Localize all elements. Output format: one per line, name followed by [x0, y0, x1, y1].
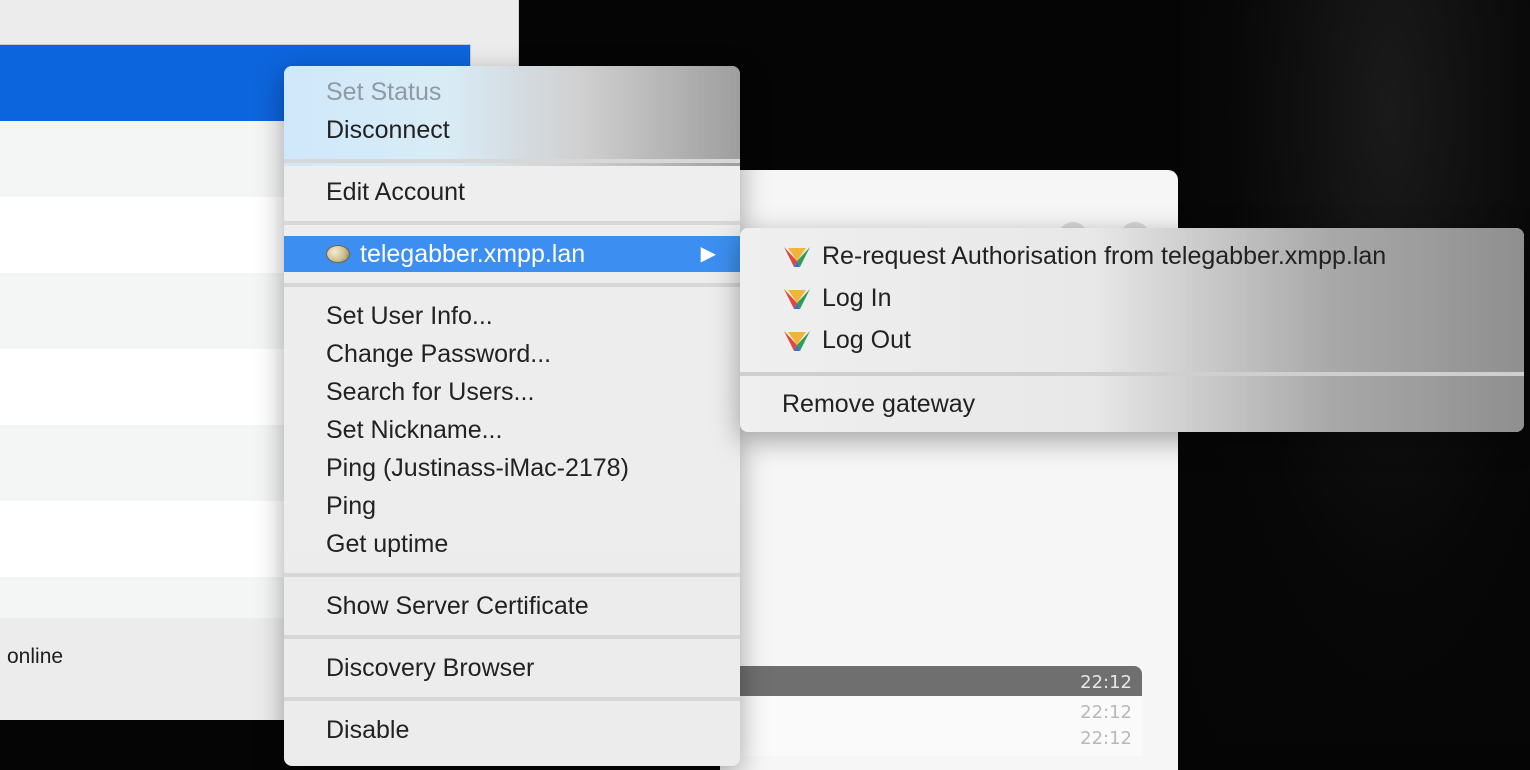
submenu-item-remove-gateway[interactable]: Remove gateway [740, 384, 975, 424]
menu-item-edit-account[interactable]: Edit Account [284, 174, 740, 210]
menu-separator [284, 159, 740, 163]
menu-item-disconnect[interactable]: Disconnect [284, 112, 740, 148]
message-timestamp: 22:12 [1080, 672, 1132, 693]
menu-item-change-password[interactable]: Change Password... [284, 336, 740, 372]
menu-item-show-server-certificate[interactable]: Show Server Certificate [284, 588, 740, 624]
gateway-status-icon [326, 245, 350, 263]
menu-item-get-uptime[interactable]: Get uptime [284, 526, 740, 562]
menu-separator [284, 635, 740, 639]
menu-separator [284, 697, 740, 701]
menu-item-set-status: Set Status [326, 78, 442, 106]
submenu-item-log-out[interactable]: Log Out [740, 320, 911, 360]
menu-item-ping[interactable]: Ping [284, 488, 740, 524]
submenu-item-label: Re-request Authorisation from telegabber… [822, 242, 1387, 270]
menu-item-discovery-browser[interactable]: Discovery Browser [284, 650, 740, 686]
submenu-item-rerequest-authorisation[interactable]: Re-request Authorisation from telegabber… [740, 236, 1386, 276]
chat-log-header [720, 666, 1142, 696]
chat-log: 22:12 22:12 22:12 [720, 666, 1142, 756]
gateway-label: telegabber.xmpp.lan [360, 240, 586, 268]
menu-separator [740, 372, 1524, 376]
message-timestamp: 22:12 [1080, 702, 1132, 723]
telegabber-icon [784, 331, 810, 351]
message-timestamp: 22:12 [1080, 728, 1132, 749]
status-label[interactable]: online [7, 645, 63, 669]
submenu-item-label: Log Out [822, 326, 911, 354]
menu-item-ping-resource[interactable]: Ping (Justinass-iMac-2178) [284, 450, 740, 486]
submenu-item-label: Log In [822, 284, 892, 312]
telegabber-icon [784, 289, 810, 309]
menu-separator [284, 221, 740, 225]
menu-separator [284, 283, 740, 287]
submenu-arrow-icon: ▶ [700, 243, 716, 265]
account-context-menu: Set Status Disconnect Edit Account teleg… [284, 66, 740, 766]
menu-item-set-nickname[interactable]: Set Nickname... [284, 412, 740, 448]
telegabber-icon [784, 247, 810, 267]
submenu-item-log-in[interactable]: Log In [740, 278, 892, 318]
menu-item-search-users[interactable]: Search for Users... [284, 374, 740, 410]
gateway-submenu: Re-request Authorisation from telegabber… [740, 228, 1524, 432]
menu-item-gateway[interactable]: telegabber.xmpp.lan ▶ [284, 236, 740, 272]
menu-item-disable[interactable]: Disable [284, 712, 740, 748]
menu-item-set-user-info[interactable]: Set User Info... [284, 298, 740, 334]
menu-separator [284, 573, 740, 577]
